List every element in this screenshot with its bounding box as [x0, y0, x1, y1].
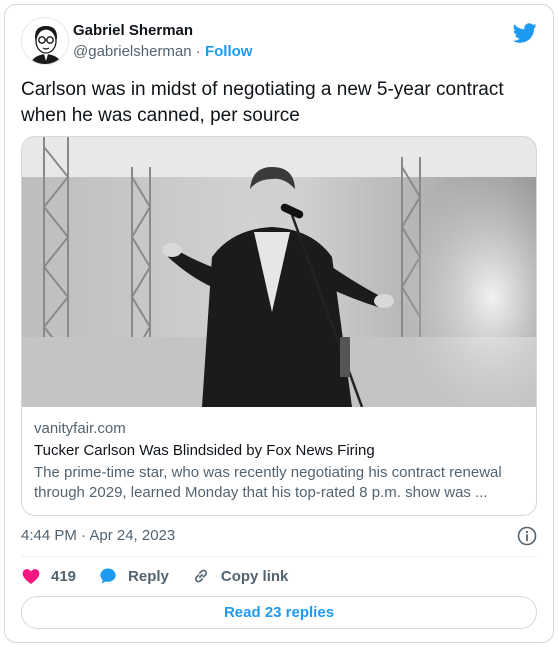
tweet-card: Gabriel Sherman @gabrielsherman · Follow… — [4, 4, 554, 643]
link-title: Tucker Carlson Was Blindsided by Fox New… — [34, 442, 375, 459]
link-preview-card[interactable]: vanityfair.com Tucker Carlson Was Blinds… — [21, 136, 537, 516]
twitter-bird-icon[interactable] — [513, 21, 537, 45]
tweet-header: Gabriel Sherman @gabrielsherman · Follow — [21, 17, 537, 65]
author-info: Gabriel Sherman @gabrielsherman · Follow — [73, 21, 252, 62]
reply-button[interactable]: Reply — [98, 566, 169, 586]
like-count: 419 — [51, 567, 77, 585]
author-name[interactable]: Gabriel Sherman — [73, 21, 252, 41]
copy-link-label: Copy link — [220, 567, 289, 585]
follow-button[interactable]: Follow — [205, 43, 253, 60]
avatar[interactable] — [21, 17, 69, 65]
divider — [21, 556, 537, 557]
reply-bubble-icon — [100, 568, 116, 584]
author-handle[interactable]: @gabrielsherman — [73, 43, 192, 60]
tweet-actions: 419 Reply Copy link — [21, 566, 310, 586]
read-replies-button[interactable]: Read 23 replies — [21, 596, 537, 629]
link-icon — [194, 569, 207, 583]
avatar-illustration — [22, 18, 68, 64]
link-preview-meta: vanityfair.com Tucker Carlson Was Blinds… — [34, 419, 526, 503]
copy-link-button[interactable]: Copy link — [191, 566, 289, 586]
link-description: The prime-time star, who was recently ne… — [34, 464, 502, 501]
tweet-timestamp[interactable]: 4:44 PM · Apr 24, 2023 — [21, 526, 175, 546]
author-handle-row: @gabrielsherman · Follow — [73, 42, 252, 62]
handle-separator: · — [195, 43, 201, 60]
tweet-text: Carlson was in midst of negotiating a ne… — [21, 79, 504, 126]
heart-icon — [22, 569, 40, 584]
reply-label: Reply — [128, 567, 169, 585]
info-icon[interactable] — [517, 526, 537, 546]
article-photo — [22, 137, 536, 407]
like-button[interactable]: 419 — [21, 566, 76, 586]
link-domain: vanityfair.com — [34, 420, 126, 437]
